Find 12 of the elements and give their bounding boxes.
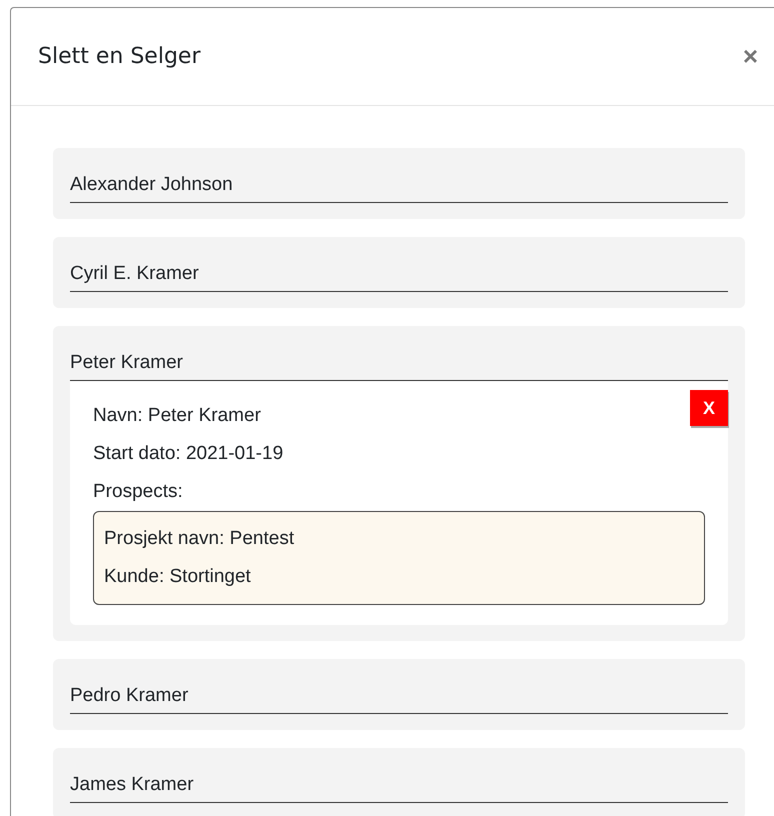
prospect-text: Kunde: Stortinget bbox=[104, 565, 252, 589]
close-button[interactable]: × bbox=[738, 41, 762, 72]
modal-title: Slett en Selger bbox=[38, 44, 200, 69]
seller-name[interactable]: Pedro Kramer bbox=[70, 681, 728, 714]
prospect-text: Prosjekt navn: Pentest bbox=[104, 527, 296, 551]
seller-name[interactable]: Alexander Johnson bbox=[70, 170, 728, 203]
seller-name[interactable]: Cyril E. Kramer bbox=[70, 259, 728, 292]
detail-text: Navn: Peter Kramer bbox=[93, 404, 262, 428]
delete-button[interactable]: X bbox=[690, 390, 728, 426]
seller-name[interactable]: James Kramer bbox=[70, 770, 728, 803]
prospects-label: Prospects: bbox=[93, 480, 184, 504]
detail-text: Start dato: 2021-01-19 bbox=[93, 442, 284, 466]
